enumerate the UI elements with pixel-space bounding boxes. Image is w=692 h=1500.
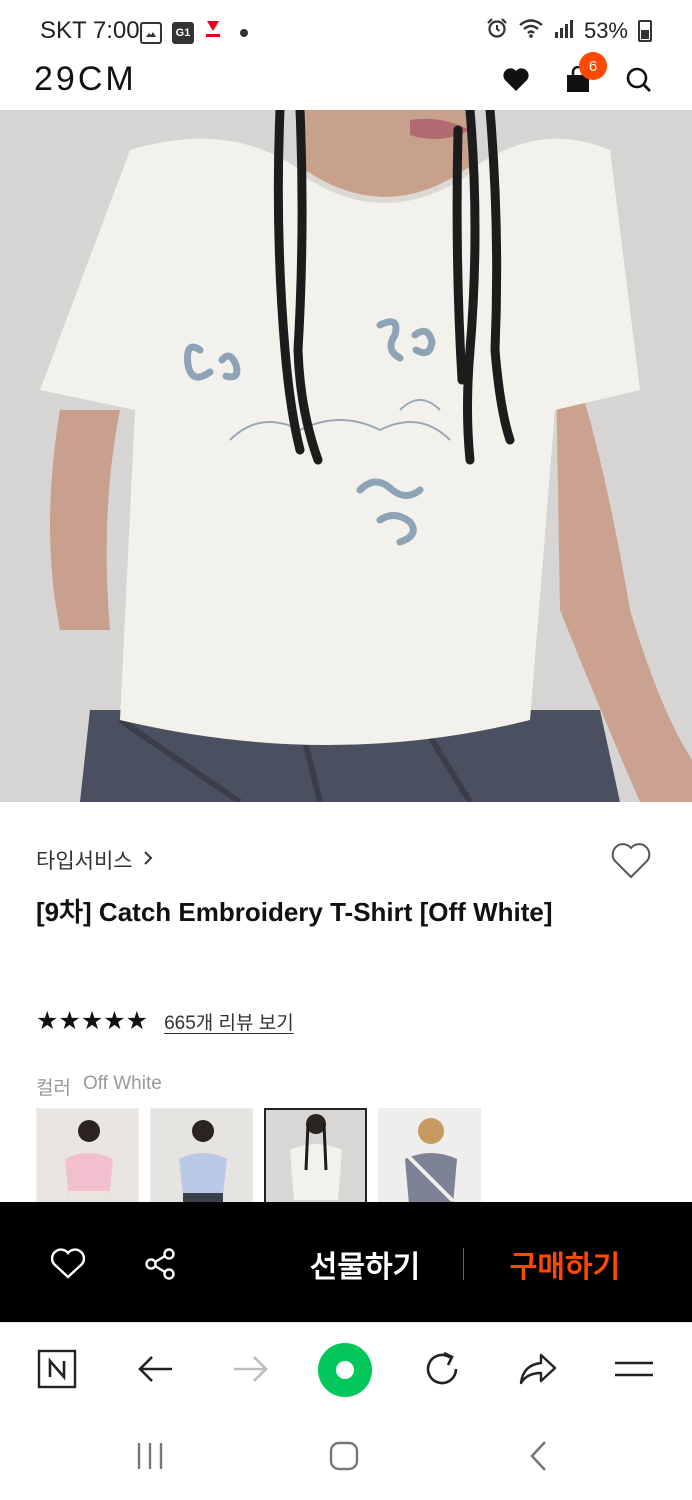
system-back-icon[interactable] <box>515 1436 563 1476</box>
share-icon[interactable] <box>140 1244 180 1284</box>
more-notifications-dot <box>240 28 248 37</box>
forward-arrow-icon[interactable] <box>227 1345 275 1393</box>
reviews-link[interactable]: 665개 리뷰 보기 <box>164 1008 294 1035</box>
gallery-icon <box>140 21 162 44</box>
star-rating: ★★★★★ <box>36 1007 149 1035</box>
color-option: 컬러 Off White <box>36 1073 162 1100</box>
system-nav-bar <box>0 1414 692 1500</box>
color-swatch-sky-blue[interactable] <box>150 1108 253 1208</box>
battery-percent: 53% <box>583 18 628 43</box>
color-swatch-list <box>36 1108 481 1208</box>
naver-home-icon[interactable] <box>33 1345 81 1393</box>
wifi-icon <box>518 17 544 45</box>
purchase-action-bar: 선물하기 구매하기 <box>0 1202 692 1322</box>
wishlist-heart-icon[interactable] <box>48 1244 88 1284</box>
gift-button[interactable]: 선물하기 <box>280 1242 450 1286</box>
color-label: 컬러 <box>36 1078 71 1099</box>
heart-outline-icon <box>611 843 651 879</box>
chevron-right-icon <box>143 848 153 872</box>
deal-app-icon <box>204 19 222 46</box>
cart-count-badge: 6 <box>579 52 607 80</box>
search-icon[interactable] <box>621 62 657 98</box>
naver-green-dot-icon[interactable] <box>316 1341 374 1399</box>
signal-icon <box>554 18 574 44</box>
share-arrow-icon[interactable] <box>514 1345 562 1393</box>
recent-apps-icon[interactable] <box>126 1436 174 1476</box>
color-swatch-pink[interactable] <box>36 1108 139 1208</box>
heart-icon[interactable] <box>498 62 534 98</box>
product-main-image[interactable] <box>0 110 692 802</box>
notification-icons: G1 <box>140 19 248 46</box>
brand-name: 타입서비스 <box>36 850 133 873</box>
battery-icon <box>638 20 652 42</box>
g1-app-icon: G1 <box>172 21 194 44</box>
cart-button[interactable]: 6 <box>560 52 607 98</box>
app-header: 29CM 6 <box>0 52 692 110</box>
home-icon[interactable] <box>320 1436 368 1476</box>
browser-toolbar <box>0 1322 692 1414</box>
back-arrow-icon[interactable] <box>131 1345 179 1393</box>
color-swatch-off-white[interactable] <box>264 1108 367 1208</box>
logo[interactable]: 29CM <box>34 60 137 99</box>
system-status: 53% <box>486 17 652 45</box>
refresh-icon[interactable] <box>418 1345 466 1393</box>
menu-icon[interactable] <box>610 1345 658 1393</box>
product-title: [9차] Catch Embroidery T-Shirt [Off White… <box>36 897 553 927</box>
color-value: Off White <box>82 1073 162 1094</box>
status-bar: SKT 7:00 G1 53% <box>0 0 692 60</box>
rating-row: ★★★★★ 665개 리뷰 보기 <box>36 1006 294 1036</box>
carrier-time: SKT 7:00 <box>40 17 140 44</box>
color-swatch-grey-layered[interactable] <box>378 1108 481 1208</box>
brand-link[interactable]: 타입서비스 <box>36 845 153 875</box>
wishlist-button[interactable] <box>610 842 652 885</box>
alarm-icon <box>486 17 508 45</box>
divider <box>463 1248 464 1280</box>
buy-button[interactable]: 구매하기 <box>480 1242 650 1286</box>
